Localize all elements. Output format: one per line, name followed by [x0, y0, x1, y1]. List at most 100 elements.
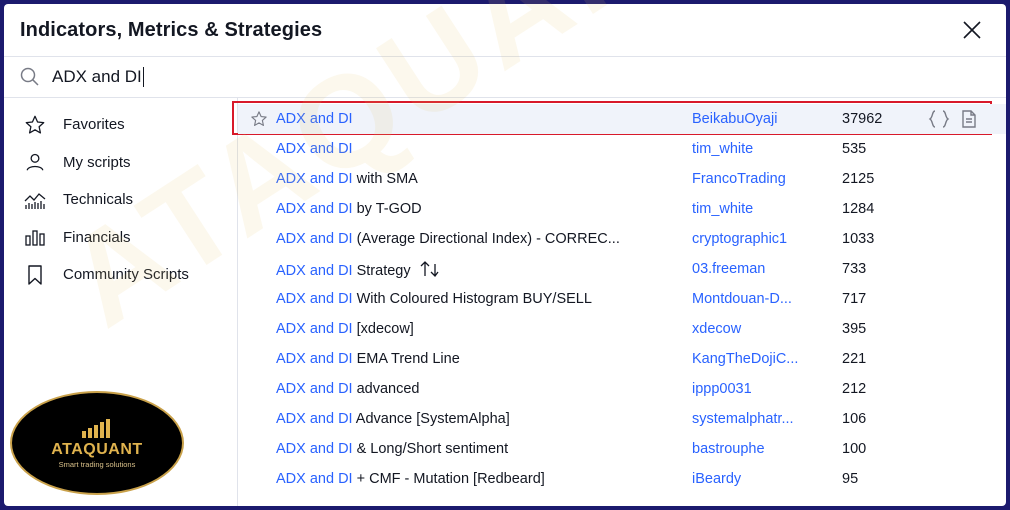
- likes-count: 106: [842, 411, 867, 427]
- script-author[interactable]: tim_white: [692, 141, 753, 157]
- result-row[interactable]: ADX and DI + CMF - Mutation [Redbeard] i…: [238, 464, 1006, 494]
- star-icon: [22, 114, 48, 136]
- likes-count: 1033: [842, 231, 875, 247]
- script-author[interactable]: 03.freeman: [692, 261, 765, 277]
- strategy-icon: [420, 260, 439, 277]
- script-name-keyword: ADX and DI: [276, 262, 353, 279]
- likes-count: 100: [842, 441, 867, 457]
- bookmark-icon: [22, 264, 48, 286]
- result-row[interactable]: ADX and DI [xdecow] xdecow 395: [238, 314, 1006, 344]
- result-row[interactable]: ADX and DI tim_white 535: [238, 134, 1006, 164]
- script-author[interactable]: FrancoTrading: [692, 171, 786, 187]
- script-author[interactable]: systemalphatr...: [692, 411, 794, 427]
- script-name[interactable]: ADX and DI & Long/Short sentiment: [276, 441, 508, 457]
- search-bar: ADX and DI: [4, 56, 1006, 98]
- sidebar-item-label: Community Scripts: [63, 266, 189, 284]
- script-name-keyword: ADX and DI: [276, 231, 353, 247]
- script-name[interactable]: ADX and DI with SMA: [276, 171, 418, 187]
- sidebar-item-my-scripts[interactable]: My scripts: [4, 144, 237, 182]
- likes-count: 2125: [842, 171, 875, 187]
- script-name-rest: with SMA: [352, 171, 418, 187]
- sidebar-item-financials[interactable]: Financials: [4, 219, 237, 257]
- script-author[interactable]: bastrouphe: [692, 441, 765, 457]
- script-name-keyword: ADX and DI: [276, 171, 353, 187]
- script-name-rest: [xdecow]: [352, 321, 414, 337]
- close-icon[interactable]: [960, 18, 984, 42]
- script-name-rest: + CMF - Mutation [Redbeard]: [352, 471, 545, 487]
- result-row[interactable]: ADX and DI (Average Directional Index) -…: [238, 224, 1006, 254]
- script-name[interactable]: ADX and DI EMA Trend Line: [276, 351, 460, 367]
- row-actions: [928, 109, 978, 129]
- script-name[interactable]: ADX and DI: [276, 111, 353, 127]
- dialog-title: Indicators, Metrics & Strategies: [20, 18, 323, 41]
- dialog-header: Indicators, Metrics & Strategies: [4, 4, 1006, 56]
- result-row[interactable]: ADX and DI With Coloured Histogram BUY/S…: [238, 284, 1006, 314]
- script-author[interactable]: BeikabuOyaji: [692, 111, 777, 127]
- script-name-rest: advanced: [352, 381, 420, 397]
- script-name[interactable]: ADX and DI With Coloured Histogram BUY/S…: [276, 291, 592, 307]
- script-name[interactable]: ADX and DI (Average Directional Index) -…: [276, 231, 620, 247]
- search-input[interactable]: ADX and DI: [52, 67, 142, 87]
- source-code-icon[interactable]: [928, 109, 950, 129]
- result-row[interactable]: ADX and DI & Long/Short sentiment bastro…: [238, 434, 1006, 464]
- script-name[interactable]: ADX and DI + CMF - Mutation [Redbeard]: [276, 471, 545, 487]
- script-name-keyword: ADX and DI: [276, 441, 353, 457]
- script-name-keyword: ADX and DI: [276, 351, 353, 367]
- script-name[interactable]: ADX and DI by T-GOD: [276, 201, 422, 217]
- result-row[interactable]: ADX and DI Advance [SystemAlpha] systema…: [238, 404, 1006, 434]
- result-row[interactable]: ADX and DI with SMA FrancoTrading 2125: [238, 164, 1006, 194]
- ataquant-logo: ATAQUANT Smart trading solutions: [10, 391, 184, 495]
- likes-count: 1284: [842, 201, 875, 217]
- script-author[interactable]: iBeardy: [692, 471, 741, 487]
- favorite-star-icon[interactable]: [250, 110, 268, 128]
- script-name-keyword: ADX and DI: [276, 321, 353, 337]
- user-icon: [22, 151, 48, 173]
- script-name[interactable]: ADX and DI Strategy: [276, 260, 439, 279]
- likes-count: 212: [842, 381, 867, 397]
- logo-tagline: Smart trading solutions: [58, 460, 136, 469]
- sidebar-item-technicals[interactable]: Technicals: [4, 181, 237, 219]
- logo-name: ATAQUANT: [51, 441, 143, 458]
- script-name-rest: & Long/Short sentiment: [352, 441, 509, 457]
- result-row[interactable]: ADX and DI advanced ippp0031 212: [238, 374, 1006, 404]
- script-author[interactable]: xdecow: [692, 321, 741, 337]
- logo-bars-icon: [82, 419, 110, 438]
- script-name-keyword: ADX and DI: [276, 291, 353, 307]
- script-name-rest: Advance [SystemAlpha]: [352, 411, 510, 427]
- sidebar-item-label: Technicals: [63, 191, 134, 209]
- script-name-keyword: ADX and DI: [276, 111, 353, 127]
- likes-count: 535: [842, 141, 867, 157]
- script-author[interactable]: Montdouan-D...: [692, 291, 792, 307]
- script-name-rest: With Coloured Histogram BUY/SELL: [352, 291, 592, 307]
- script-author[interactable]: cryptographic1: [692, 231, 787, 247]
- sidebar-item-community-scripts[interactable]: Community Scripts: [4, 256, 237, 294]
- likes-count: 717: [842, 291, 867, 307]
- result-row[interactable]: ADX and DI Strategy 03.freeman 733: [238, 254, 1006, 284]
- script-name-rest: Strategy: [352, 262, 411, 279]
- likes-count: 733: [842, 261, 867, 277]
- script-name-keyword: ADX and DI: [276, 141, 353, 157]
- sidebar-item-label: Favorites: [63, 116, 125, 134]
- text-caret: [142, 67, 144, 87]
- result-row[interactable]: ADX and DI by T-GOD tim_white 1284: [238, 194, 1006, 224]
- result-row[interactable]: ADX and DI EMA Trend Line KangTheDojiC..…: [238, 344, 1006, 374]
- sidebar-item-favorites[interactable]: Favorites: [4, 106, 237, 144]
- script-name[interactable]: ADX and DI [xdecow]: [276, 321, 414, 337]
- script-author[interactable]: tim_white: [692, 201, 753, 217]
- likes-count: 221: [842, 351, 867, 367]
- script-name[interactable]: ADX and DI advanced: [276, 381, 420, 397]
- script-author[interactable]: ippp0031: [692, 381, 752, 397]
- search-icon: [20, 67, 39, 86]
- financials-bars-icon: [22, 226, 48, 248]
- results-list: ADX and DI BeikabuOyaji 37962 ADX and DI…: [232, 98, 1006, 506]
- script-name[interactable]: ADX and DI: [276, 141, 353, 157]
- script-name[interactable]: ADX and DI Advance [SystemAlpha]: [276, 411, 510, 427]
- script-name-keyword: ADX and DI: [276, 201, 353, 217]
- likes-count: 395: [842, 321, 867, 337]
- result-row[interactable]: ADX and DI BeikabuOyaji 37962: [238, 104, 1006, 134]
- script-author[interactable]: KangTheDojiC...: [692, 351, 798, 367]
- script-name-keyword: ADX and DI: [276, 471, 353, 487]
- sidebar-item-label: My scripts: [63, 153, 131, 171]
- document-icon[interactable]: [960, 109, 978, 129]
- script-name-rest: by T-GOD: [352, 201, 422, 217]
